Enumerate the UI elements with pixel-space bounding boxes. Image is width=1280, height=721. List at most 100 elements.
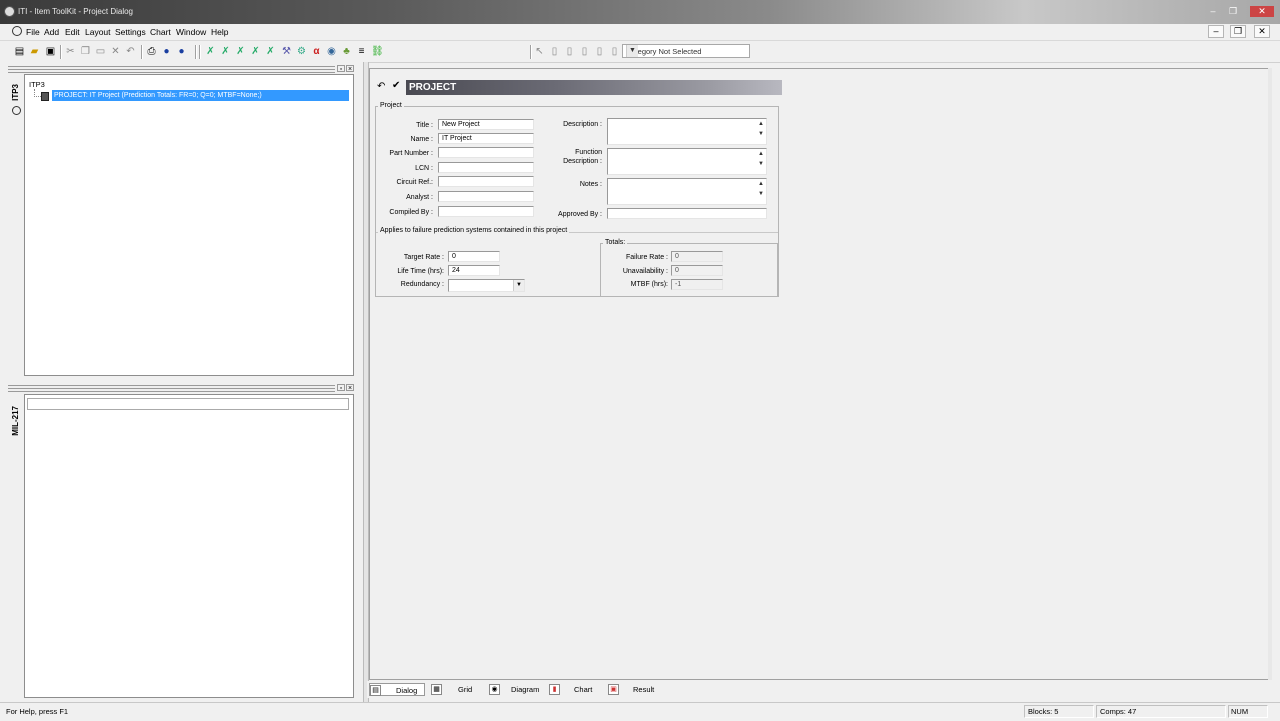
description-field[interactable]: ▲ ▼ <box>607 118 767 145</box>
menu-add[interactable]: Add <box>44 27 59 37</box>
undo-icon[interactable]: ↶ <box>377 81 385 92</box>
mdi-minimize-button[interactable]: ‒ <box>1208 25 1224 38</box>
copy-icon[interactable]: ❐ <box>80 46 91 57</box>
help-icon[interactable]: ● <box>161 46 172 57</box>
menu-chart[interactable]: Chart <box>150 27 171 37</box>
life-time-field[interactable]: 24 <box>448 265 500 276</box>
title-bar: ITI - Item ToolKit - Project Dialog ‒ ❐ … <box>0 0 1280 24</box>
redundancy-label: Redundancy : <box>400 281 444 288</box>
tab-grid[interactable]: ▦ Grid <box>431 683 486 696</box>
tree-root[interactable]: ITP3 <box>29 80 45 89</box>
category-select[interactable]: Category Not Selected ▼ <box>622 44 750 58</box>
function-description-field[interactable]: ▲ ▼ <box>607 148 767 175</box>
people-icon[interactable]: ♣ <box>341 46 352 57</box>
mtbf-label: MTBF (hrs): <box>630 281 668 288</box>
link-icon[interactable]: ⛓ <box>371 46 384 57</box>
status-bar: For Help, press F1 Blocks: 5 Comps: 47 N… <box>0 702 1280 721</box>
globe-icon[interactable]: ◉ <box>326 46 337 57</box>
wrench-icon[interactable]: ⚒ <box>281 46 292 57</box>
tree-tab-strip: ITP3 <box>8 74 24 374</box>
memo-scroll[interactable]: ▲ ▼ <box>756 119 766 144</box>
tab-result[interactable]: ▣ Result <box>608 683 666 696</box>
approved-by-field[interactable] <box>607 208 767 219</box>
target-rate-field[interactable]: 0 <box>448 251 500 262</box>
redundancy-select[interactable]: ▼ <box>448 279 525 292</box>
new-icon[interactable]: ▤ <box>14 46 25 57</box>
tree-item-project[interactable]: PROJECT: IT Project (Prediction Totals: … <box>52 90 349 101</box>
tree-panel-close-button[interactable]: × <box>346 65 354 73</box>
undo-icon[interactable]: ↶ <box>125 46 136 57</box>
app-icon[interactable] <box>4 6 15 17</box>
cat-icon-5[interactable]: ▯ <box>609 46 620 57</box>
calc-icon-3[interactable]: ✗ <box>235 46 246 57</box>
cut-icon[interactable]: ✂ <box>65 46 76 57</box>
mdi-close-button[interactable]: ✕ <box>1254 25 1270 38</box>
compiled-by-field[interactable] <box>438 206 534 217</box>
cat-icon-3[interactable]: ▯ <box>579 46 590 57</box>
lcn-field[interactable] <box>438 162 534 173</box>
applies-label: Applies to failure prediction systems co… <box>378 227 570 234</box>
calc-icon-2[interactable]: ✗ <box>220 46 231 57</box>
open-icon[interactable]: ▰ <box>29 46 40 57</box>
calc-icon-4[interactable]: ✗ <box>250 46 261 57</box>
title-label: Title : <box>416 122 433 129</box>
tree-panel-restore-button[interactable]: ▫ <box>337 65 345 73</box>
tree-panel-grip[interactable] <box>8 66 335 73</box>
maximize-button[interactable]: ❐ <box>1226 6 1240 17</box>
chevron-down-icon[interactable]: ▼ <box>513 280 524 291</box>
window-title: ITI - Item ToolKit - Project Dialog <box>18 7 133 16</box>
memo-scroll[interactable]: ▲ ▼ <box>756 179 766 204</box>
document-icon[interactable] <box>12 26 22 36</box>
part-number-field[interactable] <box>438 147 534 158</box>
tab-mil-217[interactable]: MIL-217 <box>11 406 20 436</box>
calc-icon-1[interactable]: ✗ <box>205 46 216 57</box>
paste-icon[interactable]: ▭ <box>95 46 106 57</box>
save-icon[interactable]: ▣ <box>45 46 56 57</box>
tree-line <box>34 96 41 98</box>
unavailability-field: 0 <box>671 265 723 276</box>
analyst-field[interactable] <box>438 191 534 202</box>
tool-icon[interactable]: ⚙ <box>296 46 307 57</box>
memo-scroll[interactable]: ▲ ▼ <box>756 149 766 174</box>
name-label: Name : <box>410 136 433 143</box>
circuit-ref-field[interactable] <box>438 176 534 187</box>
info-icon[interactable]: ● <box>176 46 187 57</box>
tab-itp3[interactable]: ITP3 <box>11 84 20 101</box>
tab-chart[interactable]: ▮ Chart <box>549 683 604 696</box>
menu-layout[interactable]: Layout <box>85 27 111 37</box>
menu-help[interactable]: Help <box>211 27 228 37</box>
dialog-icon: ▤ <box>370 685 381 696</box>
list-icon[interactable]: ≡ <box>356 46 367 57</box>
check-icon[interactable]: ✔ <box>392 80 400 91</box>
diagram-icon: ◉ <box>489 684 500 695</box>
cat-icon-4[interactable]: ▯ <box>594 46 605 57</box>
print-icon[interactable]: ⎙ <box>146 46 157 57</box>
menu-edit[interactable]: Edit <box>65 27 80 37</box>
lower-panel-close-button[interactable]: × <box>346 384 354 392</box>
mdi-restore-button[interactable]: ❐ <box>1230 25 1246 38</box>
name-field[interactable]: IT Project <box>438 133 534 144</box>
chevron-down-icon[interactable]: ▼ <box>626 45 638 57</box>
lower-view[interactable] <box>24 394 354 698</box>
menu-file[interactable]: File <box>26 27 40 37</box>
pointer-icon[interactable]: ↖ <box>534 46 545 57</box>
lower-panel-grip[interactable] <box>8 385 335 392</box>
lower-panel-restore-button[interactable]: ▫ <box>337 384 345 392</box>
tree-tab-icon <box>12 106 21 115</box>
menu-window[interactable]: Window <box>176 27 206 37</box>
title-field[interactable]: New Project <box>438 119 534 130</box>
tab-diagram[interactable]: ◉ Diagram <box>489 683 547 696</box>
cat-icon-2[interactable]: ▯ <box>564 46 575 57</box>
grid-icon: ▦ <box>431 684 442 695</box>
menu-settings[interactable]: Settings <box>115 27 146 37</box>
alpha-icon[interactable]: α <box>311 46 322 57</box>
minimize-button[interactable]: ‒ <box>1206 6 1220 17</box>
close-button[interactable]: ✕ <box>1250 6 1274 17</box>
tab-dialog[interactable]: ▤ Dialog <box>369 683 425 696</box>
mtbf-field: -1 <box>671 279 723 290</box>
delete-icon[interactable]: ✕ <box>110 46 121 57</box>
cat-icon-1[interactable]: ▯ <box>549 46 560 57</box>
calc-icon-5[interactable]: ✗ <box>265 46 276 57</box>
tree-view[interactable]: ITP3 <box>24 74 354 376</box>
notes-field[interactable]: ▲ ▼ <box>607 178 767 205</box>
